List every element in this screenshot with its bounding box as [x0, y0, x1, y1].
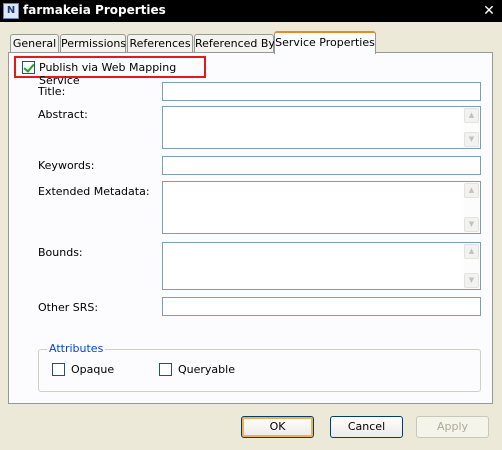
scroll-down-icon[interactable]: ▼ [464, 132, 479, 147]
queryable-option[interactable]: Queryable [159, 363, 249, 377]
scroll-down-icon[interactable]: ▼ [464, 217, 479, 232]
tab-references[interactable]: References [127, 34, 193, 53]
keywords-label: Keywords: [38, 159, 95, 172]
tab-permissions[interactable]: Permissions [60, 34, 126, 53]
scroll-up-icon[interactable]: ▲ [464, 244, 479, 259]
abstract-label: Abstract: [38, 108, 88, 121]
bounds-label: Bounds: [38, 246, 83, 259]
publish-wms-checkbox[interactable] [22, 61, 35, 74]
ok-button[interactable]: OK [241, 416, 314, 438]
tab-general[interactable]: General [10, 34, 59, 53]
bounds-textarea[interactable]: ▲ ▼ [162, 242, 481, 290]
close-icon[interactable]: ✕ [480, 2, 498, 20]
keywords-input[interactable] [162, 156, 481, 175]
opaque-checkbox[interactable] [52, 363, 65, 376]
title-label: Title: [38, 85, 66, 98]
title-bar: N farmakeia Properties ✕ [0, 0, 502, 22]
extended-metadata-label: Extended Metadata: [38, 185, 150, 198]
extended-metadata-scrollbar[interactable]: ▲ ▼ [463, 182, 480, 233]
opaque-option[interactable]: Opaque [52, 363, 132, 377]
queryable-checkbox[interactable] [159, 363, 172, 376]
apply-button[interactable]: Apply [416, 416, 489, 438]
other-srs-label: Other SRS: [38, 301, 99, 314]
window-title: farmakeia Properties [23, 3, 166, 17]
tab-referenced-by[interactable]: Referenced By [194, 34, 275, 53]
scroll-down-icon[interactable]: ▼ [464, 273, 479, 288]
publish-wms-highlight: Publish via Web Mapping Service [14, 56, 206, 87]
attributes-group: Attributes Opaque Queryable [38, 342, 481, 392]
scroll-up-icon[interactable]: ▲ [464, 183, 479, 198]
abstract-textarea[interactable]: ▲ ▼ [162, 106, 481, 149]
cancel-button[interactable]: Cancel [330, 416, 403, 438]
other-srs-input[interactable] [162, 297, 481, 316]
app-icon: N [3, 3, 19, 19]
abstract-scrollbar[interactable]: ▲ ▼ [463, 107, 480, 148]
opaque-label: Opaque [71, 363, 115, 376]
attributes-legend: Attributes [47, 342, 106, 355]
bounds-scrollbar[interactable]: ▲ ▼ [463, 243, 480, 289]
title-input[interactable] [162, 82, 481, 101]
tab-service-properties[interactable]: Service Properties [274, 31, 376, 54]
queryable-label: Queryable [178, 363, 235, 376]
extended-metadata-textarea[interactable]: ▲ ▼ [162, 181, 481, 234]
scroll-up-icon[interactable]: ▲ [464, 108, 479, 123]
